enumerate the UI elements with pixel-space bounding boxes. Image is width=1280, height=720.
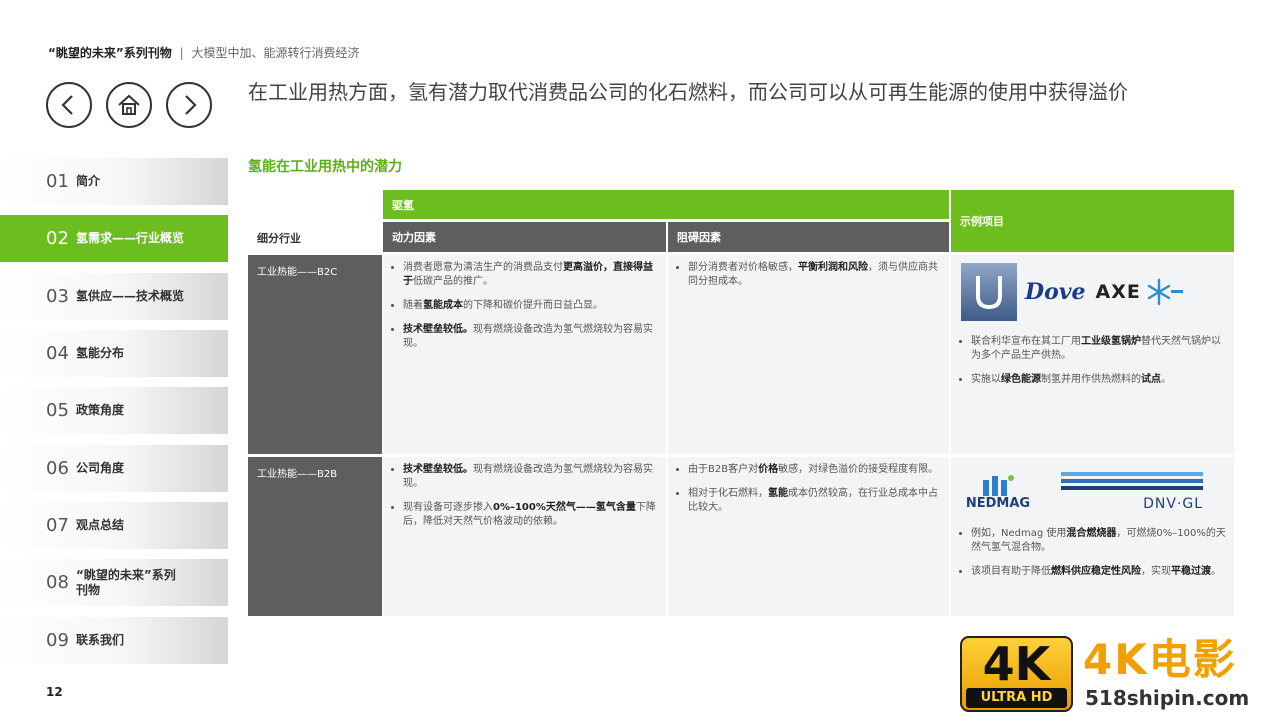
series-header: “眺望的未来”系列刊物 | 大模型中加、能源转行消费经济 xyxy=(48,44,360,61)
list-item: 例如，Nedmag 使用混合燃烧器，可燃烧0%–100%的天然气氢气混合物。 xyxy=(971,527,1226,555)
chevron-right-icon xyxy=(185,95,197,115)
sidebar-item-num: 08 xyxy=(46,572,69,593)
unilever-logo xyxy=(961,263,1017,321)
sidebar-item-summary[interactable]: 07 观点总结 xyxy=(0,502,228,549)
home-button[interactable] xyxy=(106,82,152,128)
sidebar-item-num: 07 xyxy=(46,515,69,536)
unilever-u-icon xyxy=(976,276,1002,310)
sidebar-item-label: 氢供应——技术概览 xyxy=(76,289,185,303)
sidebar-item-num: 03 xyxy=(46,286,69,307)
nedmag-bars-icon xyxy=(983,474,1014,496)
sidebar-item-num: 06 xyxy=(46,458,69,479)
dove-logo: Dove xyxy=(1025,279,1086,305)
sidebar-item-num: 09 xyxy=(46,630,69,651)
sidebar-item-label: 公司角度 xyxy=(76,461,125,475)
page-number: 12 xyxy=(46,685,63,699)
sidebar-item-label: 政策角度 xyxy=(76,403,125,417)
sidebar-item-policy[interactable]: 05 政策角度 xyxy=(0,387,228,434)
watermark-url: 518shipin.com xyxy=(1085,686,1250,710)
sidebar-item-label: 氢需求——行业概览 xyxy=(76,231,185,245)
col-header-driver: 动力因素 xyxy=(383,222,666,252)
section-title: 氢能在工业用热中的潜力 xyxy=(248,159,402,175)
list-item: 部分消费者对价格敏感，平衡利润和风险，须与供应商共同分担成本。 xyxy=(688,261,941,289)
sidebar-item-label: 氢能分布 xyxy=(76,346,125,360)
dnvgl-logo: DNV·GL xyxy=(1061,472,1203,512)
list-item: 技术壁垒较低。现有燃烧设备改造为氢气燃烧较为容易实现。 xyxy=(403,323,658,351)
col-header-industry: 细分行业 xyxy=(257,231,301,245)
list-item: 该项目有助于降低燃料供应稳定性风险，实现平稳过渡。 xyxy=(971,565,1226,579)
header-separator: | xyxy=(179,46,184,60)
sidebar-item-num: 02 xyxy=(46,228,69,249)
nedmag-logo: NEDMAG xyxy=(961,474,1035,511)
cell-b2b-barriers: 由于B2B客户对价格敏感，对绿色溢价的接受程度有限。 相对于化石燃料，氢能成本仍… xyxy=(668,457,949,616)
brand-star-icon xyxy=(1147,278,1183,306)
page-headline: 在工业用热方面，氢有潜力取代消费品公司的化石燃料，而公司可以从可再生能源的使用中… xyxy=(248,80,1128,104)
sidebar-item-num: 01 xyxy=(46,171,69,192)
col-header-case: 示例项目 xyxy=(951,190,1234,252)
cell-b2b-drivers: 技术壁垒较低。现有燃烧设备改造为氢气燃烧较为容易实现。 现有设备可逐步掺入0%–… xyxy=(383,457,666,616)
row-label-b2b: 工业热能——B2B xyxy=(248,457,382,616)
sidebar-item-label: 联系我们 xyxy=(76,633,125,647)
watermark: 4K ULTRA HD 4K电影 518shipin.com xyxy=(957,634,1273,716)
table-group-header: 驱氢 xyxy=(383,190,949,219)
chevron-left-icon xyxy=(61,95,73,115)
list-item: 实施以绿色能源制氢并用作供热燃料的试点。 xyxy=(971,373,1226,387)
sidebar-item-num: 04 xyxy=(46,343,69,364)
list-item: 由于B2B客户对价格敏感，对绿色溢价的接受程度有限。 xyxy=(688,463,941,477)
row-label-b2c: 工业热能——B2C xyxy=(248,255,382,454)
sidebar-item-hydrogen-demand[interactable]: 02 氢需求——行业概览 xyxy=(0,215,228,262)
list-item: 技术壁垒较低。现有燃烧设备改造为氢气燃烧较为容易实现。 xyxy=(403,463,658,491)
col-header-barrier: 阻碍因素 xyxy=(668,222,949,252)
sidebar-item-intro[interactable]: 01 简介 xyxy=(0,158,228,205)
prev-button[interactable] xyxy=(46,82,92,128)
sidebar-item-hydrogen-supply[interactable]: 03 氢供应——技术概览 xyxy=(0,273,228,320)
case-logos: Dove AXE xyxy=(961,261,1226,323)
sidebar-item-label: 观点总结 xyxy=(76,518,125,532)
sidebar-item-label: 简介 xyxy=(76,174,101,188)
cell-b2c-drivers: 消费者愿意为清洁生产的消费品支付更高溢价，直接得益于低碳产品的推广。 随着氢能成… xyxy=(383,255,666,454)
watermark-title: 4K电影 xyxy=(1083,635,1237,684)
list-item: 消费者愿意为清洁生产的消费品支付更高溢价，直接得益于低碳产品的推广。 xyxy=(403,261,658,289)
cell-b2b-cases: NEDMAG DNV·GL 例如，Nedmag 使用混合燃烧器，可燃烧0%–10… xyxy=(951,457,1234,616)
list-item: 随着氢能成本的下降和碳价提升而日益凸显。 xyxy=(403,299,658,313)
watermark-badge-big: 4K xyxy=(982,637,1051,691)
list-item: 相对于化石燃料，氢能成本仍然较高，在行业总成本中占比较大。 xyxy=(688,487,941,515)
list-item: 联合利华宣布在其工厂用工业级氢锅炉替代天然气锅炉以为多个产品生产供热。 xyxy=(971,335,1226,363)
axe-logo: AXE xyxy=(1095,281,1141,303)
sidebar-item-num: 05 xyxy=(46,400,69,421)
watermark-4k-badge: 4K ULTRA HD xyxy=(960,636,1073,712)
next-button[interactable] xyxy=(166,82,212,128)
sidebar-item-distribution[interactable]: 04 氢能分布 xyxy=(0,330,228,377)
series-subtitle: 大模型中加、能源转行消费经济 xyxy=(191,46,360,60)
sidebar-item-company[interactable]: 06 公司角度 xyxy=(0,445,228,492)
home-icon xyxy=(118,94,140,115)
case-logos: NEDMAG DNV·GL xyxy=(961,463,1226,521)
series-title: “眺望的未来”系列刊物 xyxy=(48,46,172,60)
list-item: 现有设备可逐步掺入0%–100%天然气——氢气含量下降后，降低对天然气价格波动的… xyxy=(403,501,658,529)
sidebar-item-label: “眺望的未来”系列刊物 xyxy=(76,567,176,597)
cell-b2c-cases: Dove AXE 联合利华宣布在其工厂用工业级氢锅炉替代天然气锅炉以为多个产品生… xyxy=(951,255,1234,454)
sidebar-item-series[interactable]: 08 “眺望的未来”系列刊物 xyxy=(0,559,228,606)
sidebar-item-contact[interactable]: 09 联系我们 xyxy=(0,617,228,664)
watermark-badge-small: ULTRA HD xyxy=(966,688,1067,708)
cell-b2c-barriers: 部分消费者对价格敏感，平衡利润和风险，须与供应商共同分担成本。 xyxy=(668,255,949,454)
